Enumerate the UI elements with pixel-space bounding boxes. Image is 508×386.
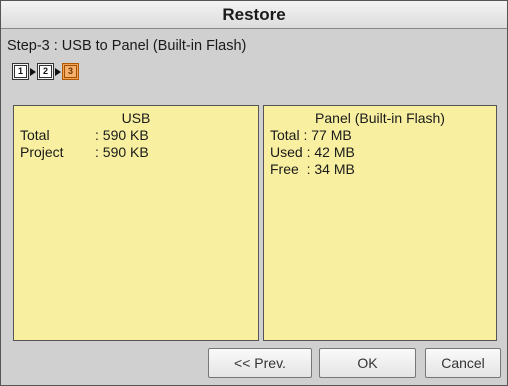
usb-project-value: : 590 KB bbox=[95, 144, 149, 160]
flash-used-row: Used : 42 MB bbox=[264, 144, 496, 161]
step-arrow-icon bbox=[30, 67, 36, 76]
flash-total-value: : 77 MB bbox=[299, 127, 352, 143]
flash-total-row: Total : 77 MB bbox=[264, 127, 496, 144]
restore-dialog: Restore Step-3 : USB to Panel (Built-in … bbox=[0, 0, 508, 386]
step-2-box: 2 bbox=[37, 63, 54, 80]
flash-panel-header: Panel (Built-in Flash) bbox=[315, 110, 445, 126]
flash-used-label: Used bbox=[270, 144, 303, 160]
step-title: Step-3 : USB to Panel (Built-in Flash) bbox=[7, 38, 247, 54]
cancel-button[interactable]: Cancel bbox=[425, 348, 501, 378]
usb-panel: USB Total : 590 KB Project : 590 KB bbox=[13, 105, 259, 341]
dialog-title: Restore bbox=[1, 1, 507, 29]
usb-total-label: Total bbox=[20, 127, 50, 143]
flash-panel: Panel (Built-in Flash) Total : 77 MB Use… bbox=[263, 105, 497, 341]
step-1-label: 1 bbox=[14, 65, 27, 78]
flash-used-value: : 42 MB bbox=[302, 144, 355, 160]
flash-free-value: : 34 MB bbox=[298, 161, 355, 177]
step-3-label: 3 bbox=[64, 65, 77, 78]
usb-total-row: Total : 590 KB bbox=[14, 127, 258, 144]
flash-free-label: Free bbox=[270, 161, 299, 177]
step-1-box: 1 bbox=[12, 63, 29, 80]
usb-project-row: Project : 590 KB bbox=[14, 144, 258, 161]
ok-button[interactable]: OK bbox=[319, 348, 416, 378]
flash-total-label: Total bbox=[270, 127, 300, 143]
prev-button[interactable]: << Prev. bbox=[208, 348, 312, 378]
step-3-box-active: 3 bbox=[62, 63, 79, 80]
usb-total-value: : 590 KB bbox=[95, 127, 149, 143]
step-arrow-icon bbox=[55, 67, 61, 76]
usb-panel-header: USB bbox=[121, 110, 151, 126]
step-indicator: 1 2 3 bbox=[12, 63, 79, 80]
flash-free-row: Free : 34 MB bbox=[264, 161, 496, 178]
step-2-label: 2 bbox=[39, 65, 52, 78]
usb-project-label: Project bbox=[20, 144, 64, 160]
